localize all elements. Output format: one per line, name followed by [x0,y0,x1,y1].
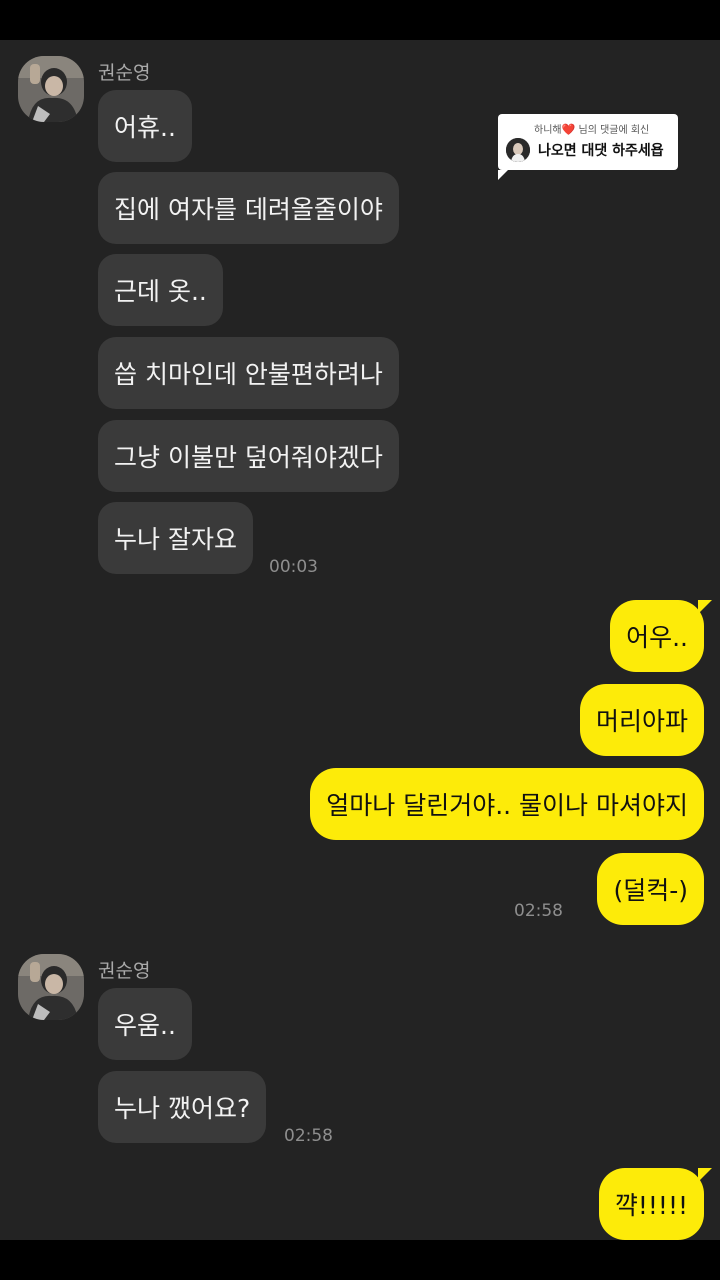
message-text: 누나 깼어요? [114,1094,251,1123]
message-text: 얼마나 달린거야.. 물이나 마셔야지 [326,791,688,820]
heart-icon: ❤️ [561,123,576,136]
profile-avatar[interactable] [18,56,84,122]
message-text: 머리아파 [595,707,688,736]
message-bubble-incoming[interactable]: 누나 잘자요 [98,502,253,574]
bubble-tail [698,600,712,614]
message-bubble-incoming[interactable]: 우움.. [98,988,192,1060]
reply-notice-header: 하니해❤️ 님의 댓글에 회신 [534,121,649,136]
message-bubble-outgoing[interactable]: 머리아파 [579,684,704,756]
reply-notice-message: 나오면 대댓 하주세욥 [538,143,664,159]
message-text: 우움.. [114,1011,176,1040]
message-text: 어휴.. [114,113,176,142]
message-bubble-incoming[interactable]: 근데 옷.. [98,254,223,326]
message-bubble-incoming[interactable]: 어휴.. [98,90,192,162]
message-bubble-incoming[interactable]: 집에 여자를 데려올줄이야 [98,172,399,244]
message-text: 꺅!!!!! [614,1191,688,1220]
message-bubble-incoming[interactable]: 그냥 이불만 덮어줘야겠다 [98,420,399,492]
reply-notice-tail [498,170,508,180]
chat-screen: 권순영 어휴.. 집에 여자를 데려올줄이야 근데 옷.. 씁 치마인데 안불편… [0,40,720,1240]
message-bubble-outgoing[interactable]: 얼마나 달린거야.. 물이나 마셔야지 [310,768,704,840]
message-text: (덜컥-) [613,876,688,905]
reply-notice[interactable]: 하니해❤️ 님의 댓글에 회신 나오면 대댓 하주세욥 [498,114,678,180]
message-bubble-outgoing[interactable]: (덜컥-) [597,853,704,925]
reply-notice-label: 님의 댓글에 회신 [578,125,650,136]
sender-name: 권순영 [98,62,151,84]
sender-name: 권순영 [98,960,151,982]
message-bubble-incoming[interactable]: 누나 깼어요? [98,1071,267,1143]
message-text: 어우.. [626,623,688,652]
message-text: 집에 여자를 데려올줄이야 [114,195,383,224]
message-bubble-outgoing[interactable]: 어우.. [610,600,704,672]
commenter-avatar [506,138,530,162]
message-text: 그냥 이불만 덮어줘야겠다 [114,443,383,472]
message-timestamp: 00:03 [269,557,318,577]
message-timestamp: 02:58 [284,1126,333,1146]
message-timestamp: 02:58 [514,901,563,921]
message-text: 누나 잘자요 [114,525,237,554]
message-text: 근데 옷.. [114,277,207,306]
bubble-tail [698,1168,712,1182]
message-text: 씁 치마인데 안불편하려나 [114,360,383,389]
reply-notice-username: 하니해 [534,125,562,136]
message-bubble-outgoing[interactable]: 꺅!!!!! [598,1168,704,1240]
profile-avatar[interactable] [18,954,84,1020]
message-bubble-incoming[interactable]: 씁 치마인데 안불편하려나 [98,337,399,409]
